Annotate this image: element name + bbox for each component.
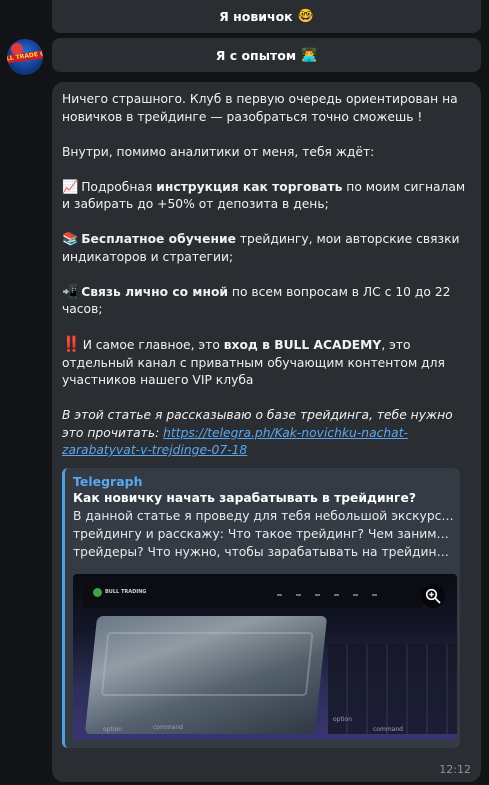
- message-bubble: Ничего страшного. Клуб в первую очередь …: [52, 82, 481, 782]
- image-logo: BULL TRADING: [93, 587, 146, 597]
- mobile-phone-arrow-icon: 📲: [62, 284, 79, 300]
- key-label: command: [153, 723, 183, 731]
- preview-image[interactable]: BULL TRADING option command option comma…: [73, 573, 457, 740]
- preview-title: Как новичку начать зарабатывать в трейди…: [73, 490, 416, 505]
- item-contact: 📲 Связь лично со мной по всем вопросам в …: [62, 284, 451, 317]
- newbie-button[interactable]: Я новичок 🤓: [52, 0, 481, 33]
- newbie-label: Я новичок: [219, 9, 293, 24]
- key-label: command: [373, 725, 403, 733]
- article-paragraph: В этой статье я рассказываю о базе трейд…: [62, 408, 453, 457]
- books-icon: 📚: [62, 232, 79, 247]
- item-education: 📚 Бесплатное обучение трейдингу, мои авто…: [62, 232, 460, 264]
- inside-heading: Внутри, помимо аналитики от меня, тебя ж…: [62, 144, 375, 159]
- key-label: option: [103, 725, 122, 733]
- zoom-in-icon[interactable]: [421, 583, 445, 608]
- intro-paragraph: Ничего страшного. Клуб в первую очередь …: [62, 92, 458, 124]
- experienced-button[interactable]: Я с опытом 👨‍💻: [52, 38, 481, 72]
- item-instruction: 📈 Подробная инструкция как торговать по м…: [62, 179, 466, 212]
- key-label: option: [333, 715, 352, 723]
- message-text: Ничего страшного. Клуб в первую очередь …: [62, 91, 471, 460]
- preview-site-name: Telegraph: [73, 473, 143, 489]
- technologist-icon: 👨‍💻: [301, 47, 318, 63]
- nerd-face-icon: 🤓: [297, 9, 314, 24]
- chart-increasing-icon: 📈: [62, 179, 79, 195]
- link-preview[interactable]: Telegraph Как новичку начать зарабатыват…: [62, 467, 460, 748]
- image-nav-decoration: [277, 593, 377, 596]
- message-time: 12:12: [439, 763, 471, 776]
- double-exclamation-icon: ‼️: [62, 335, 81, 353]
- experienced-label: Я с опытом: [215, 47, 297, 63]
- item-academy: ‼️ И самое главное, это вход в BULL ACADE…: [62, 335, 445, 387]
- cash-stack-graphic: [84, 615, 328, 734]
- preview-description: В данной статье я проведу для тебя небол…: [73, 508, 454, 559]
- avatar[interactable]: WALL TRADE GUY: [7, 39, 43, 75]
